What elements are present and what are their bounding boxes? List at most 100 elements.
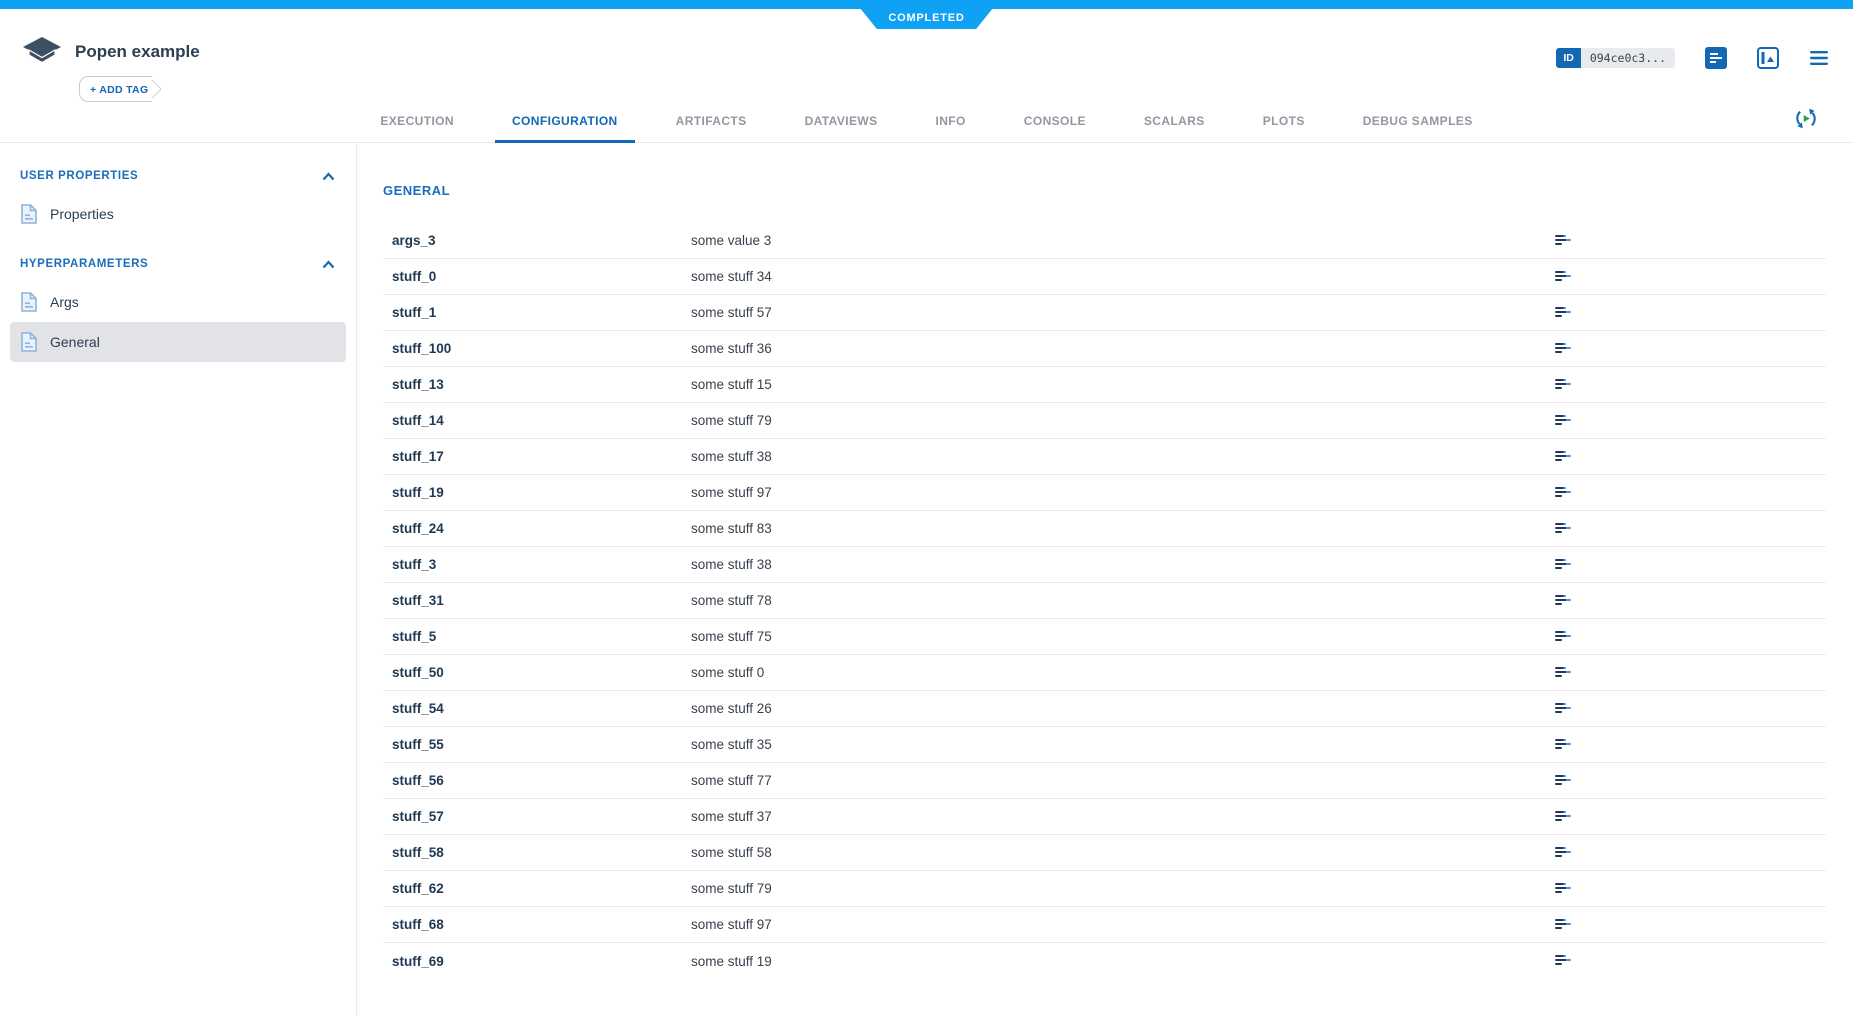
param-row: stuff_13 some stuff 15 bbox=[383, 367, 1826, 403]
param-detail-icon[interactable] bbox=[1555, 307, 1573, 319]
param-value: some stuff 38 bbox=[691, 449, 1555, 464]
param-name: stuff_24 bbox=[383, 521, 691, 536]
content-section-title: GENERAL bbox=[383, 183, 1826, 198]
param-name: args_3 bbox=[383, 233, 691, 248]
add-tag-button[interactable]: + ADD TAG bbox=[79, 76, 152, 102]
param-name: stuff_0 bbox=[383, 269, 691, 284]
tab-console[interactable]: CONSOLE bbox=[1007, 100, 1103, 142]
param-name: stuff_69 bbox=[383, 954, 691, 969]
chevron-up-icon[interactable] bbox=[322, 260, 335, 269]
tab-label: DATAVIEWS bbox=[805, 114, 878, 128]
param-value: some stuff 79 bbox=[691, 413, 1555, 428]
param-value: some stuff 34 bbox=[691, 269, 1555, 284]
param-detail-icon[interactable] bbox=[1555, 343, 1573, 355]
tab-label: CONSOLE bbox=[1024, 114, 1086, 128]
sidebar: USER PROPERTIES Properties HYPERPARAMETE… bbox=[0, 143, 357, 1016]
param-row: stuff_100 some stuff 36 bbox=[383, 331, 1826, 367]
document-icon bbox=[21, 332, 37, 352]
param-row: stuff_5 some stuff 75 bbox=[383, 619, 1826, 655]
param-value: some stuff 77 bbox=[691, 773, 1555, 788]
param-detail-icon[interactable] bbox=[1555, 739, 1573, 751]
param-name: stuff_5 bbox=[383, 629, 691, 644]
param-detail-icon[interactable] bbox=[1555, 523, 1573, 535]
param-row: stuff_1 some stuff 57 bbox=[383, 295, 1826, 331]
tab-bar: EXECUTION CONFIGURATION ARTIFACTS DATAVI… bbox=[0, 100, 1853, 143]
details-log-icon[interactable] bbox=[1705, 47, 1727, 69]
param-value: some stuff 78 bbox=[691, 593, 1555, 608]
param-name: stuff_31 bbox=[383, 593, 691, 608]
param-row: stuff_24 some stuff 83 bbox=[383, 511, 1826, 547]
param-detail-icon[interactable] bbox=[1555, 415, 1573, 427]
auto-refresh-icon[interactable] bbox=[1793, 106, 1819, 137]
tab-bar-tabs: EXECUTION CONFIGURATION ARTIFACTS DATAVI… bbox=[351, 100, 1501, 142]
param-row: stuff_62 some stuff 79 bbox=[383, 871, 1826, 907]
param-value: some stuff 0 bbox=[691, 665, 1555, 680]
tab-info[interactable]: INFO bbox=[919, 100, 983, 142]
param-detail-icon[interactable] bbox=[1555, 379, 1573, 391]
tab-artifacts[interactable]: ARTIFACTS bbox=[659, 100, 764, 142]
param-detail-icon[interactable] bbox=[1555, 703, 1573, 715]
param-detail-icon[interactable] bbox=[1555, 883, 1573, 895]
main-area: USER PROPERTIES Properties HYPERPARAMETE… bbox=[0, 143, 1853, 1016]
param-value: some stuff 19 bbox=[691, 954, 1555, 969]
sidebar-section-header[interactable]: USER PROPERTIES bbox=[0, 170, 356, 182]
param-row: stuff_0 some stuff 34 bbox=[383, 259, 1826, 295]
sidebar-item-args[interactable]: Args bbox=[10, 282, 346, 322]
param-row: stuff_56 some stuff 77 bbox=[383, 763, 1826, 799]
tab-dataviews[interactable]: DATAVIEWS bbox=[788, 100, 895, 142]
sidebar-section-title: HYPERPARAMETERS bbox=[20, 258, 148, 270]
param-name: stuff_54 bbox=[383, 701, 691, 716]
tab-debug-samples[interactable]: DEBUG SAMPLES bbox=[1346, 100, 1490, 142]
tab-label: DEBUG SAMPLES bbox=[1363, 114, 1473, 128]
param-row: stuff_31 some stuff 78 bbox=[383, 583, 1826, 619]
param-name: stuff_100 bbox=[383, 341, 691, 356]
param-row: stuff_3 some stuff 38 bbox=[383, 547, 1826, 583]
sidebar-section-header[interactable]: HYPERPARAMETERS bbox=[0, 258, 356, 270]
param-row: stuff_55 some stuff 35 bbox=[383, 727, 1826, 763]
sidebar-item-properties[interactable]: Properties bbox=[10, 194, 346, 234]
param-detail-icon[interactable] bbox=[1555, 667, 1573, 679]
param-detail-icon[interactable] bbox=[1555, 847, 1573, 859]
param-detail-icon[interactable] bbox=[1555, 271, 1573, 283]
param-detail-icon[interactable] bbox=[1555, 631, 1573, 643]
param-detail-icon[interactable] bbox=[1555, 487, 1573, 499]
sidebar-section: USER PROPERTIES Properties bbox=[0, 170, 356, 234]
sidebar-item-label: General bbox=[50, 334, 100, 350]
param-detail-icon[interactable] bbox=[1555, 919, 1573, 931]
id-chip: ID bbox=[1556, 48, 1581, 68]
param-detail-icon[interactable] bbox=[1555, 595, 1573, 607]
param-detail-icon[interactable] bbox=[1555, 955, 1573, 967]
param-name: stuff_50 bbox=[383, 665, 691, 680]
param-detail-icon[interactable] bbox=[1555, 775, 1573, 787]
param-row: stuff_19 some stuff 97 bbox=[383, 475, 1826, 511]
layout-panel-icon[interactable] bbox=[1757, 47, 1779, 69]
param-name: stuff_13 bbox=[383, 377, 691, 392]
tab-label: EXECUTION bbox=[380, 114, 454, 128]
param-detail-icon[interactable] bbox=[1555, 559, 1573, 571]
chevron-up-icon[interactable] bbox=[322, 172, 335, 181]
tab-label: INFO bbox=[936, 114, 966, 128]
param-name: stuff_56 bbox=[383, 773, 691, 788]
param-detail-icon[interactable] bbox=[1555, 451, 1573, 463]
sidebar-item-general[interactable]: General bbox=[10, 322, 346, 362]
experiment-id-badge[interactable]: ID 094ce0c3... bbox=[1556, 48, 1675, 68]
param-row: stuff_54 some stuff 26 bbox=[383, 691, 1826, 727]
param-row: stuff_17 some stuff 38 bbox=[383, 439, 1826, 475]
document-icon bbox=[21, 204, 37, 224]
tab-label: CONFIGURATION bbox=[512, 114, 618, 128]
param-name: stuff_68 bbox=[383, 917, 691, 932]
param-value: some stuff 79 bbox=[691, 881, 1555, 896]
tab-configuration[interactable]: CONFIGURATION bbox=[495, 100, 635, 142]
param-table: args_3 some value 3 stuff_0 some stuff 3… bbox=[383, 223, 1826, 979]
param-value: some stuff 36 bbox=[691, 341, 1555, 356]
hamburger-menu-icon[interactable] bbox=[1809, 50, 1829, 66]
param-detail-icon[interactable] bbox=[1555, 235, 1573, 247]
tab-execution[interactable]: EXECUTION bbox=[363, 100, 471, 142]
param-name: stuff_14 bbox=[383, 413, 691, 428]
param-value: some stuff 97 bbox=[691, 485, 1555, 500]
tab-scalars[interactable]: SCALARS bbox=[1127, 100, 1222, 142]
tab-label: SCALARS bbox=[1144, 114, 1205, 128]
tab-plots[interactable]: PLOTS bbox=[1246, 100, 1322, 142]
status-badge: COMPLETED bbox=[854, 0, 1000, 29]
param-detail-icon[interactable] bbox=[1555, 811, 1573, 823]
